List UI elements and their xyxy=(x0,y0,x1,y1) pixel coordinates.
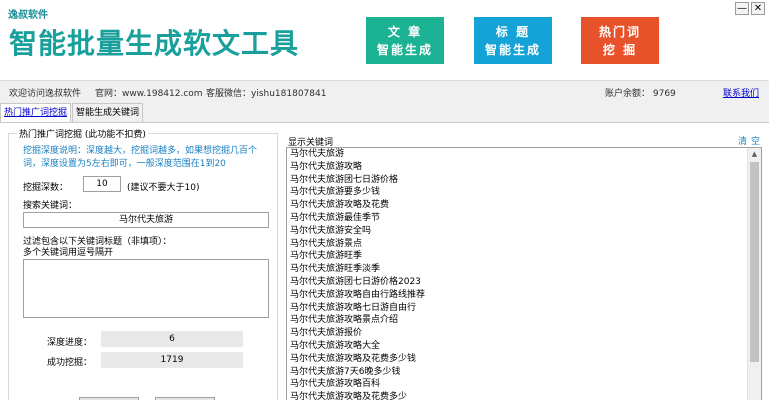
progress-value: 6 xyxy=(101,331,243,347)
keyword-list-item[interactable]: 马尔代夫旅游团七日游价格2023 xyxy=(287,276,761,289)
scroll-up-icon[interactable]: ▲ xyxy=(748,148,761,161)
keyword-list-item[interactable]: 马尔代夫旅游攻略及花费 xyxy=(287,199,761,212)
search-keyword-input[interactable]: 马尔代夫旅游 xyxy=(23,212,269,228)
keyword-list-item[interactable]: 马尔代夫旅游攻略 xyxy=(287,161,761,174)
article-generate-line2: 智能生成 xyxy=(376,42,433,57)
title-generate-line2: 智能生成 xyxy=(484,42,541,57)
wechat-text: 客服微信：yishu181807841 xyxy=(206,89,327,99)
clear-button[interactable]: 清空 xyxy=(738,134,764,147)
hot-words-line1: 热门词 xyxy=(598,24,641,39)
tab-hot-keyword-mining[interactable]: 热门推广词挖掘 xyxy=(0,103,72,123)
list-scrollbar[interactable]: ▲ xyxy=(747,148,761,400)
keyword-list-item[interactable]: 马尔代夫旅游景点 xyxy=(287,238,761,251)
scroll-thumb[interactable] xyxy=(750,162,759,362)
brand-name: 逸叔软件 xyxy=(8,10,48,21)
tab-panel: 热门推广词挖掘 (此功能不扣费) 挖掘深度说明：深度越大，挖掘词越多，如果想挖掘… xyxy=(0,122,769,400)
article-generate-button[interactable]: 文 章 智能生成 xyxy=(366,17,444,64)
keyword-list-item[interactable]: 马尔代夫旅游安全吗 xyxy=(287,225,761,238)
depth-input[interactable]: 10 xyxy=(83,176,121,192)
keyword-items: 马尔代夫旅游 马尔代夫旅游攻略 马尔代夫旅游团七日游价格 马尔代夫旅游要多少钱 马尔代夫… xyxy=(287,148,761,400)
mining-settings-group: 热门推广词挖掘 (此功能不扣费) 挖掘深度说明：深度越大，挖掘词越多，如果想挖掘… xyxy=(8,127,278,400)
success-label: 成功挖掘： xyxy=(47,358,93,368)
keyword-list-item[interactable]: 马尔代夫旅游攻略百科 xyxy=(287,378,761,391)
website-text: 官网：www.198412.com xyxy=(95,89,203,99)
header-banner: 逸叔软件 智能批量生成软文工具 文 章 智能生成 标 题 智能生成 热门词 挖 … xyxy=(0,0,769,80)
depth-hint: (建议不要大于10) xyxy=(127,183,200,193)
keyword-list-item[interactable]: 马尔代夫旅游攻略景点介绍 xyxy=(287,314,761,327)
filter-label-hint: 多个关键词用逗号隔开 xyxy=(23,248,114,258)
keyword-list-item[interactable]: 马尔代夫旅游报价 xyxy=(287,327,761,340)
close-button[interactable]: ✕ xyxy=(751,2,765,15)
keyword-list-item[interactable]: 马尔代夫旅游 xyxy=(287,148,761,161)
depth-description: 挖掘深度说明：深度越大，挖掘词越多，如果想挖掘几百个词，深度设置为5左右即可，一… xyxy=(23,146,258,169)
group-legend: 热门推广词挖掘 (此功能不扣费) xyxy=(17,127,148,140)
tab-smart-keyword-generate[interactable]: 智能生成关键词 xyxy=(72,103,144,123)
keyword-result-list[interactable]: 马尔代夫旅游 马尔代夫旅游攻略 马尔代夫旅游团七日游价格 马尔代夫旅游要多少钱 马尔代夫… xyxy=(286,147,762,400)
keyword-list-item[interactable]: 马尔代夫旅游团七日游价格 xyxy=(287,174,761,187)
keyword-list-item[interactable]: 马尔代夫旅游旺季淡季 xyxy=(287,263,761,276)
filter-keywords-textarea[interactable] xyxy=(23,259,269,318)
minimize-button[interactable]: — xyxy=(735,2,749,15)
keyword-list-item[interactable]: 马尔代夫旅游攻略七日游自由行 xyxy=(287,302,761,315)
title-generate-button[interactable]: 标 题 智能生成 xyxy=(474,17,552,64)
keyword-list-item[interactable]: 马尔代夫旅游攻略及花费多少钱 xyxy=(287,353,761,366)
keyword-list-item[interactable]: 马尔代夫旅游7天6晚多少钱 xyxy=(287,366,761,379)
article-generate-line1: 文 章 xyxy=(387,24,423,39)
app-title: 智能批量生成软文工具 xyxy=(9,27,300,60)
window-controls: — ✕ xyxy=(733,2,765,15)
keyword-list-item[interactable]: 马尔代夫旅游攻略及花费多少 xyxy=(287,391,761,400)
info-bar: 欢迎访问逸叔软件 官网：www.198412.com 客服微信：yishu181… xyxy=(0,80,769,102)
keyword-list-item[interactable]: 马尔代夫旅游旺季 xyxy=(287,250,761,263)
progress-label: 深度进度： xyxy=(47,338,93,348)
keyword-list-item[interactable]: 马尔代夫旅游要多少钱 xyxy=(287,186,761,199)
keyword-list-item[interactable]: 马尔代夫旅游攻略自由行路线推荐 xyxy=(287,289,761,302)
hot-words-mining-button[interactable]: 热门词 挖 掘 xyxy=(581,17,659,64)
success-value: 1719 xyxy=(101,352,243,368)
balance-text: 账户余额： 9769 xyxy=(605,89,676,99)
depth-label: 挖掘深数： xyxy=(23,183,69,193)
welcome-text: 欢迎访问逸叔软件 xyxy=(9,89,82,99)
tab-bar: 热门推广词挖掘 智能生成关键词 xyxy=(0,103,144,123)
search-keyword-label: 搜索关键词： xyxy=(23,201,78,211)
hot-words-line2: 挖 掘 xyxy=(602,42,638,57)
keyword-list-item[interactable]: 马尔代夫旅游攻略大全 xyxy=(287,340,761,353)
keyword-list-item[interactable]: 马尔代夫旅游最佳季节 xyxy=(287,212,761,225)
title-generate-line1: 标 题 xyxy=(495,24,531,39)
contact-us-link[interactable]: 联系我们 xyxy=(723,86,759,99)
